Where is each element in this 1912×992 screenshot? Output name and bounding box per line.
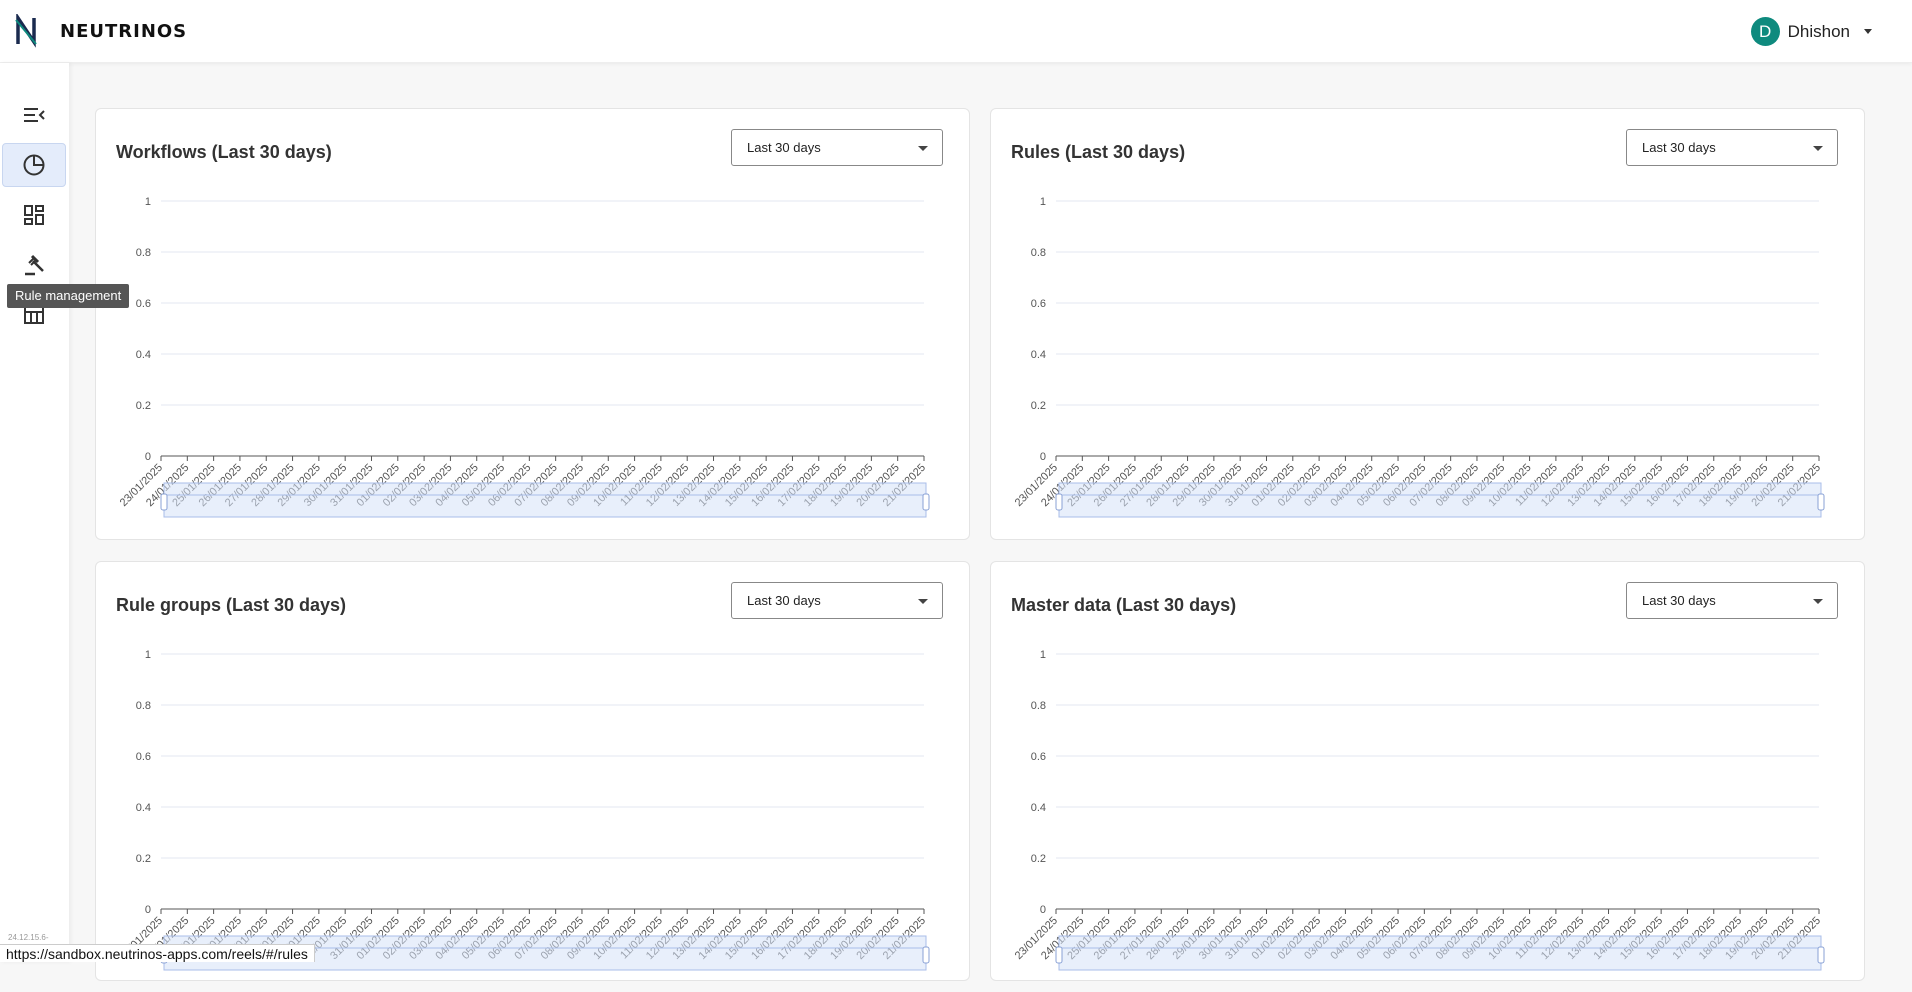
zoom-slider-track — [1058, 482, 1822, 518]
rule-groups-card: Rule groups (Last 30 days) Last 30 days … — [95, 561, 970, 981]
chevron-down-icon — [1813, 599, 1823, 604]
sidebar-item-collapse-menu[interactable] — [2, 93, 66, 137]
user-menu[interactable]: D Dhishon — [1750, 17, 1872, 46]
logo-text: NEUTRINOS — [60, 20, 188, 42]
card-title: Rules (Last 30 days) — [1011, 142, 1186, 162]
select-value: Last 30 days — [1642, 593, 1716, 608]
rules-card: Rules (Last 30 days) Last 30 days 0 0.2 0.… — [990, 108, 1865, 540]
zoom-handle-right[interactable] — [1817, 946, 1825, 964]
zoom-handle-left[interactable] — [1055, 493, 1063, 511]
y-tick-label: 0 — [145, 904, 151, 916]
pie-chart-icon — [23, 154, 45, 176]
version-label: 24.12.15.6- — [8, 933, 49, 942]
y-tick-label: 0.4 — [1031, 802, 1046, 814]
y-tick-label: 0.6 — [136, 298, 151, 310]
y-tick-label: 0.8 — [1031, 247, 1046, 259]
sidebar-item-dashboard[interactable] — [2, 193, 66, 237]
top-bar: NEUTRINOS D Dhishon — [0, 0, 1912, 63]
sidebar-item-rule-management[interactable] — [2, 243, 66, 287]
zoom-handle-left[interactable] — [1055, 946, 1063, 964]
y-tick-label: 0.8 — [136, 247, 151, 259]
zoom-handle-right[interactable] — [922, 946, 930, 964]
card-title: Rule groups (Last 30 days) — [116, 595, 347, 615]
select-value: Last 30 days — [747, 140, 821, 155]
date-range-select[interactable]: Last 30 days — [1626, 129, 1838, 166]
y-tick-label: 1 — [145, 649, 151, 661]
y-tick-label: 0.6 — [1031, 751, 1046, 763]
zoom-handle-right[interactable] — [922, 493, 930, 511]
y-tick-label: 0.4 — [136, 802, 151, 814]
y-tick-label: 0.6 — [1031, 298, 1046, 310]
y-tick-label: 1 — [145, 196, 151, 208]
y-tick-label: 0 — [1040, 904, 1046, 916]
chevron-down-icon — [918, 146, 928, 151]
date-range-select[interactable]: Last 30 days — [731, 582, 943, 619]
zoom-handle-left[interactable] — [160, 493, 168, 511]
select-value: Last 30 days — [1642, 140, 1716, 155]
rules-chart: 00.20.40.60.8123/01/202524/01/202525/01/… — [1013, 196, 1825, 518]
y-tick-label: 0.4 — [136, 349, 151, 361]
y-tick-label: 0.6 — [136, 751, 151, 763]
y-tick-label: 0 — [145, 451, 151, 463]
y-tick-label: 1 — [1040, 196, 1046, 208]
zoom-slider-track — [1058, 935, 1822, 971]
sidebar: 24.12.15.6- — [0, 63, 69, 962]
y-tick-label: 0.2 — [136, 400, 151, 412]
y-tick-label: 1 — [1040, 649, 1046, 661]
y-tick-label: 0.2 — [1031, 853, 1046, 865]
y-tick-label: 0.8 — [1031, 700, 1046, 712]
date-range-select[interactable]: Last 30 days — [1626, 582, 1838, 619]
dashboard-icon — [24, 205, 44, 225]
y-tick-label: 0.2 — [1031, 400, 1046, 412]
date-range-select[interactable]: Last 30 days — [731, 129, 943, 166]
chevron-down-icon — [918, 599, 928, 604]
user-name: Dhishon — [1787, 21, 1850, 41]
chevron-down-icon — [1813, 146, 1823, 151]
zoom-slider-track — [163, 482, 927, 518]
chevron-down-icon — [1864, 29, 1872, 34]
y-tick-label: 0 — [1040, 451, 1046, 463]
select-value: Last 30 days — [747, 593, 821, 608]
workflows-card: Workflows (Last 30 days) Last 30 days 0 0… — [95, 108, 970, 540]
y-tick-label: 0.2 — [136, 853, 151, 865]
neutrinos-logo-icon — [15, 14, 37, 48]
avatar: D — [1750, 17, 1780, 46]
sidebar-item-analytics[interactable] — [2, 143, 66, 187]
y-tick-label: 0.8 — [136, 700, 151, 712]
neutrinos-logo[interactable]: NEUTRINOS — [14, 14, 187, 48]
table-icon — [24, 306, 44, 324]
master-data-chart: 00.20.40.60.8123/01/202524/01/202525/01/… — [1013, 649, 1825, 971]
gavel-icon — [25, 254, 44, 276]
card-title: Master data (Last 30 days) — [1011, 595, 1237, 615]
y-tick-label: 0.4 — [1031, 349, 1046, 361]
zoom-handle-right[interactable] — [1817, 493, 1825, 511]
tooltip: Rule management — [7, 284, 130, 308]
rule-groups-chart: 00.20.40.60.8123/01/202524/01/202525/01/… — [118, 649, 930, 971]
menu-collapse-icon — [24, 108, 45, 122]
master-data-card: Master data (Last 30 days) Last 30 days … — [990, 561, 1865, 981]
workflows-chart: 00.20.40.60.8123/01/202524/01/202525/01/… — [118, 196, 930, 518]
card-title: Workflows (Last 30 days) — [116, 142, 332, 162]
status-url: https://sandbox.neutrinos-apps.com/reels… — [0, 944, 315, 962]
